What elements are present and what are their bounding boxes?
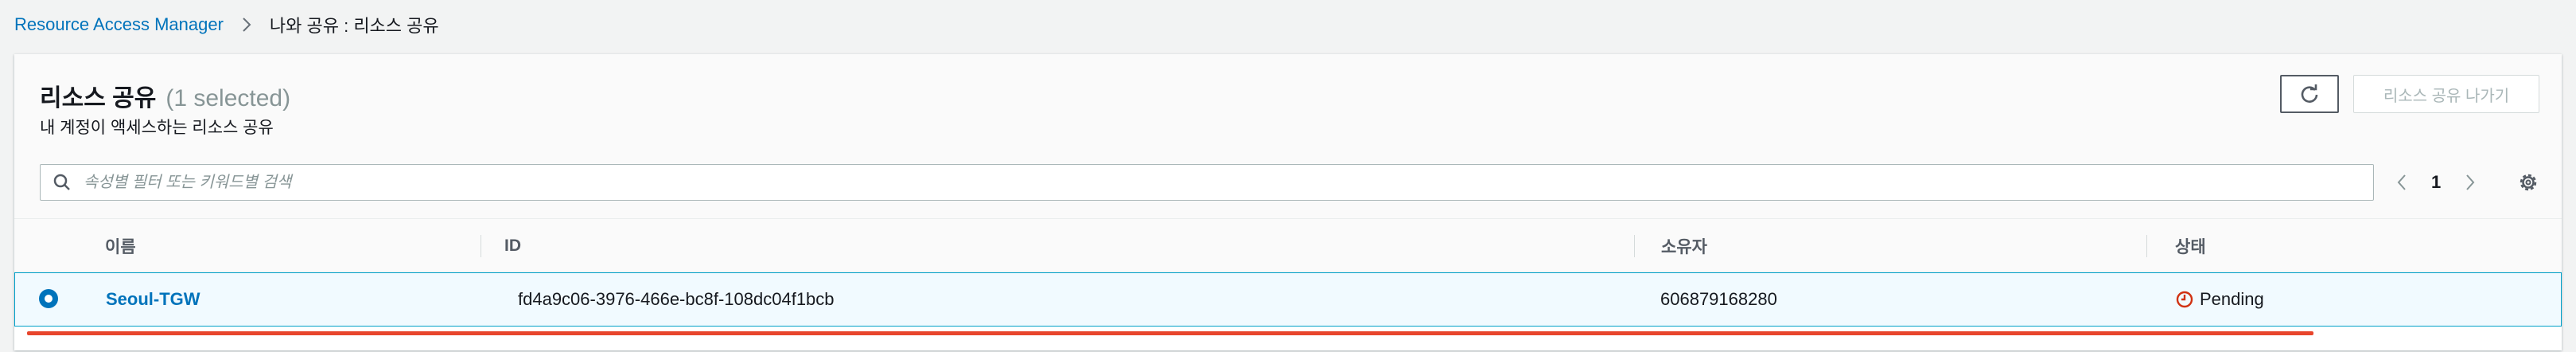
search-icon bbox=[53, 174, 71, 191]
clock-icon bbox=[2176, 291, 2193, 308]
column-header-status[interactable]: 상태 bbox=[2175, 219, 2206, 273]
panel-title-text: 리소스 공유 bbox=[40, 85, 157, 111]
chevron-left-icon[interactable] bbox=[2390, 164, 2414, 201]
table-header: 이름 ID 소유자 상태 bbox=[14, 218, 2562, 272]
column-header-owner[interactable]: 소유자 bbox=[1661, 219, 1707, 273]
chevron-right-icon[interactable] bbox=[2458, 164, 2482, 201]
column-header-id[interactable]: ID bbox=[504, 219, 521, 273]
row-select-radio[interactable] bbox=[39, 289, 58, 308]
resource-share-id: fd4a9c06-3976-466e-bc8f-108dc04f1bcb bbox=[518, 289, 835, 309]
resource-shares-panel: 리소스 공유 (1 selected) 내 계정이 액세스하는 리소스 공유 리… bbox=[14, 54, 2562, 350]
breadcrumb-root-link[interactable]: Resource Access Manager bbox=[14, 14, 224, 35]
status-badge: Pending bbox=[2176, 273, 2264, 326]
breadcrumb-current: 나와 공유 : 리소스 공유 bbox=[269, 16, 439, 36]
search-field[interactable] bbox=[40, 164, 2374, 201]
owner-account-id: 606879168280 bbox=[1660, 289, 1777, 309]
column-header-name[interactable]: 이름 bbox=[105, 219, 136, 273]
refresh-icon bbox=[2299, 84, 2320, 104]
chevron-right-icon bbox=[241, 16, 252, 33]
breadcrumb: Resource Access Manager 나와 공유 : 리소스 공유 bbox=[14, 11, 439, 38]
annotation-underline bbox=[27, 331, 2313, 335]
column-divider bbox=[2146, 235, 2147, 257]
selected-count: (1 selected) bbox=[165, 85, 291, 111]
current-page[interactable]: 1 bbox=[2431, 172, 2441, 193]
refresh-button[interactable] bbox=[2280, 75, 2339, 113]
resource-shares-table: 이름 ID 소유자 상태 Seoul-TGW fd4a9c06-3976-466… bbox=[14, 218, 2562, 327]
table-row[interactable]: Seoul-TGW fd4a9c06-3976-466e-bc8f-108dc0… bbox=[14, 272, 2562, 327]
status-text: Pending bbox=[2200, 289, 2264, 309]
resource-share-name-link[interactable]: Seoul-TGW bbox=[106, 273, 200, 326]
column-divider bbox=[1634, 235, 1635, 257]
panel-header: 리소스 공유 (1 selected) 내 계정이 액세스하는 리소스 공유 리… bbox=[14, 54, 2562, 218]
leave-resource-share-button[interactable]: 리소스 공유 나가기 bbox=[2353, 75, 2539, 113]
search-input[interactable] bbox=[82, 172, 2360, 193]
panel-title: 리소스 공유 (1 selected) bbox=[40, 78, 290, 113]
pagination: 1 bbox=[2390, 164, 2482, 201]
panel-subtitle: 내 계정이 액세스하는 리소스 공유 bbox=[40, 119, 274, 137]
gear-icon[interactable] bbox=[2512, 164, 2544, 201]
